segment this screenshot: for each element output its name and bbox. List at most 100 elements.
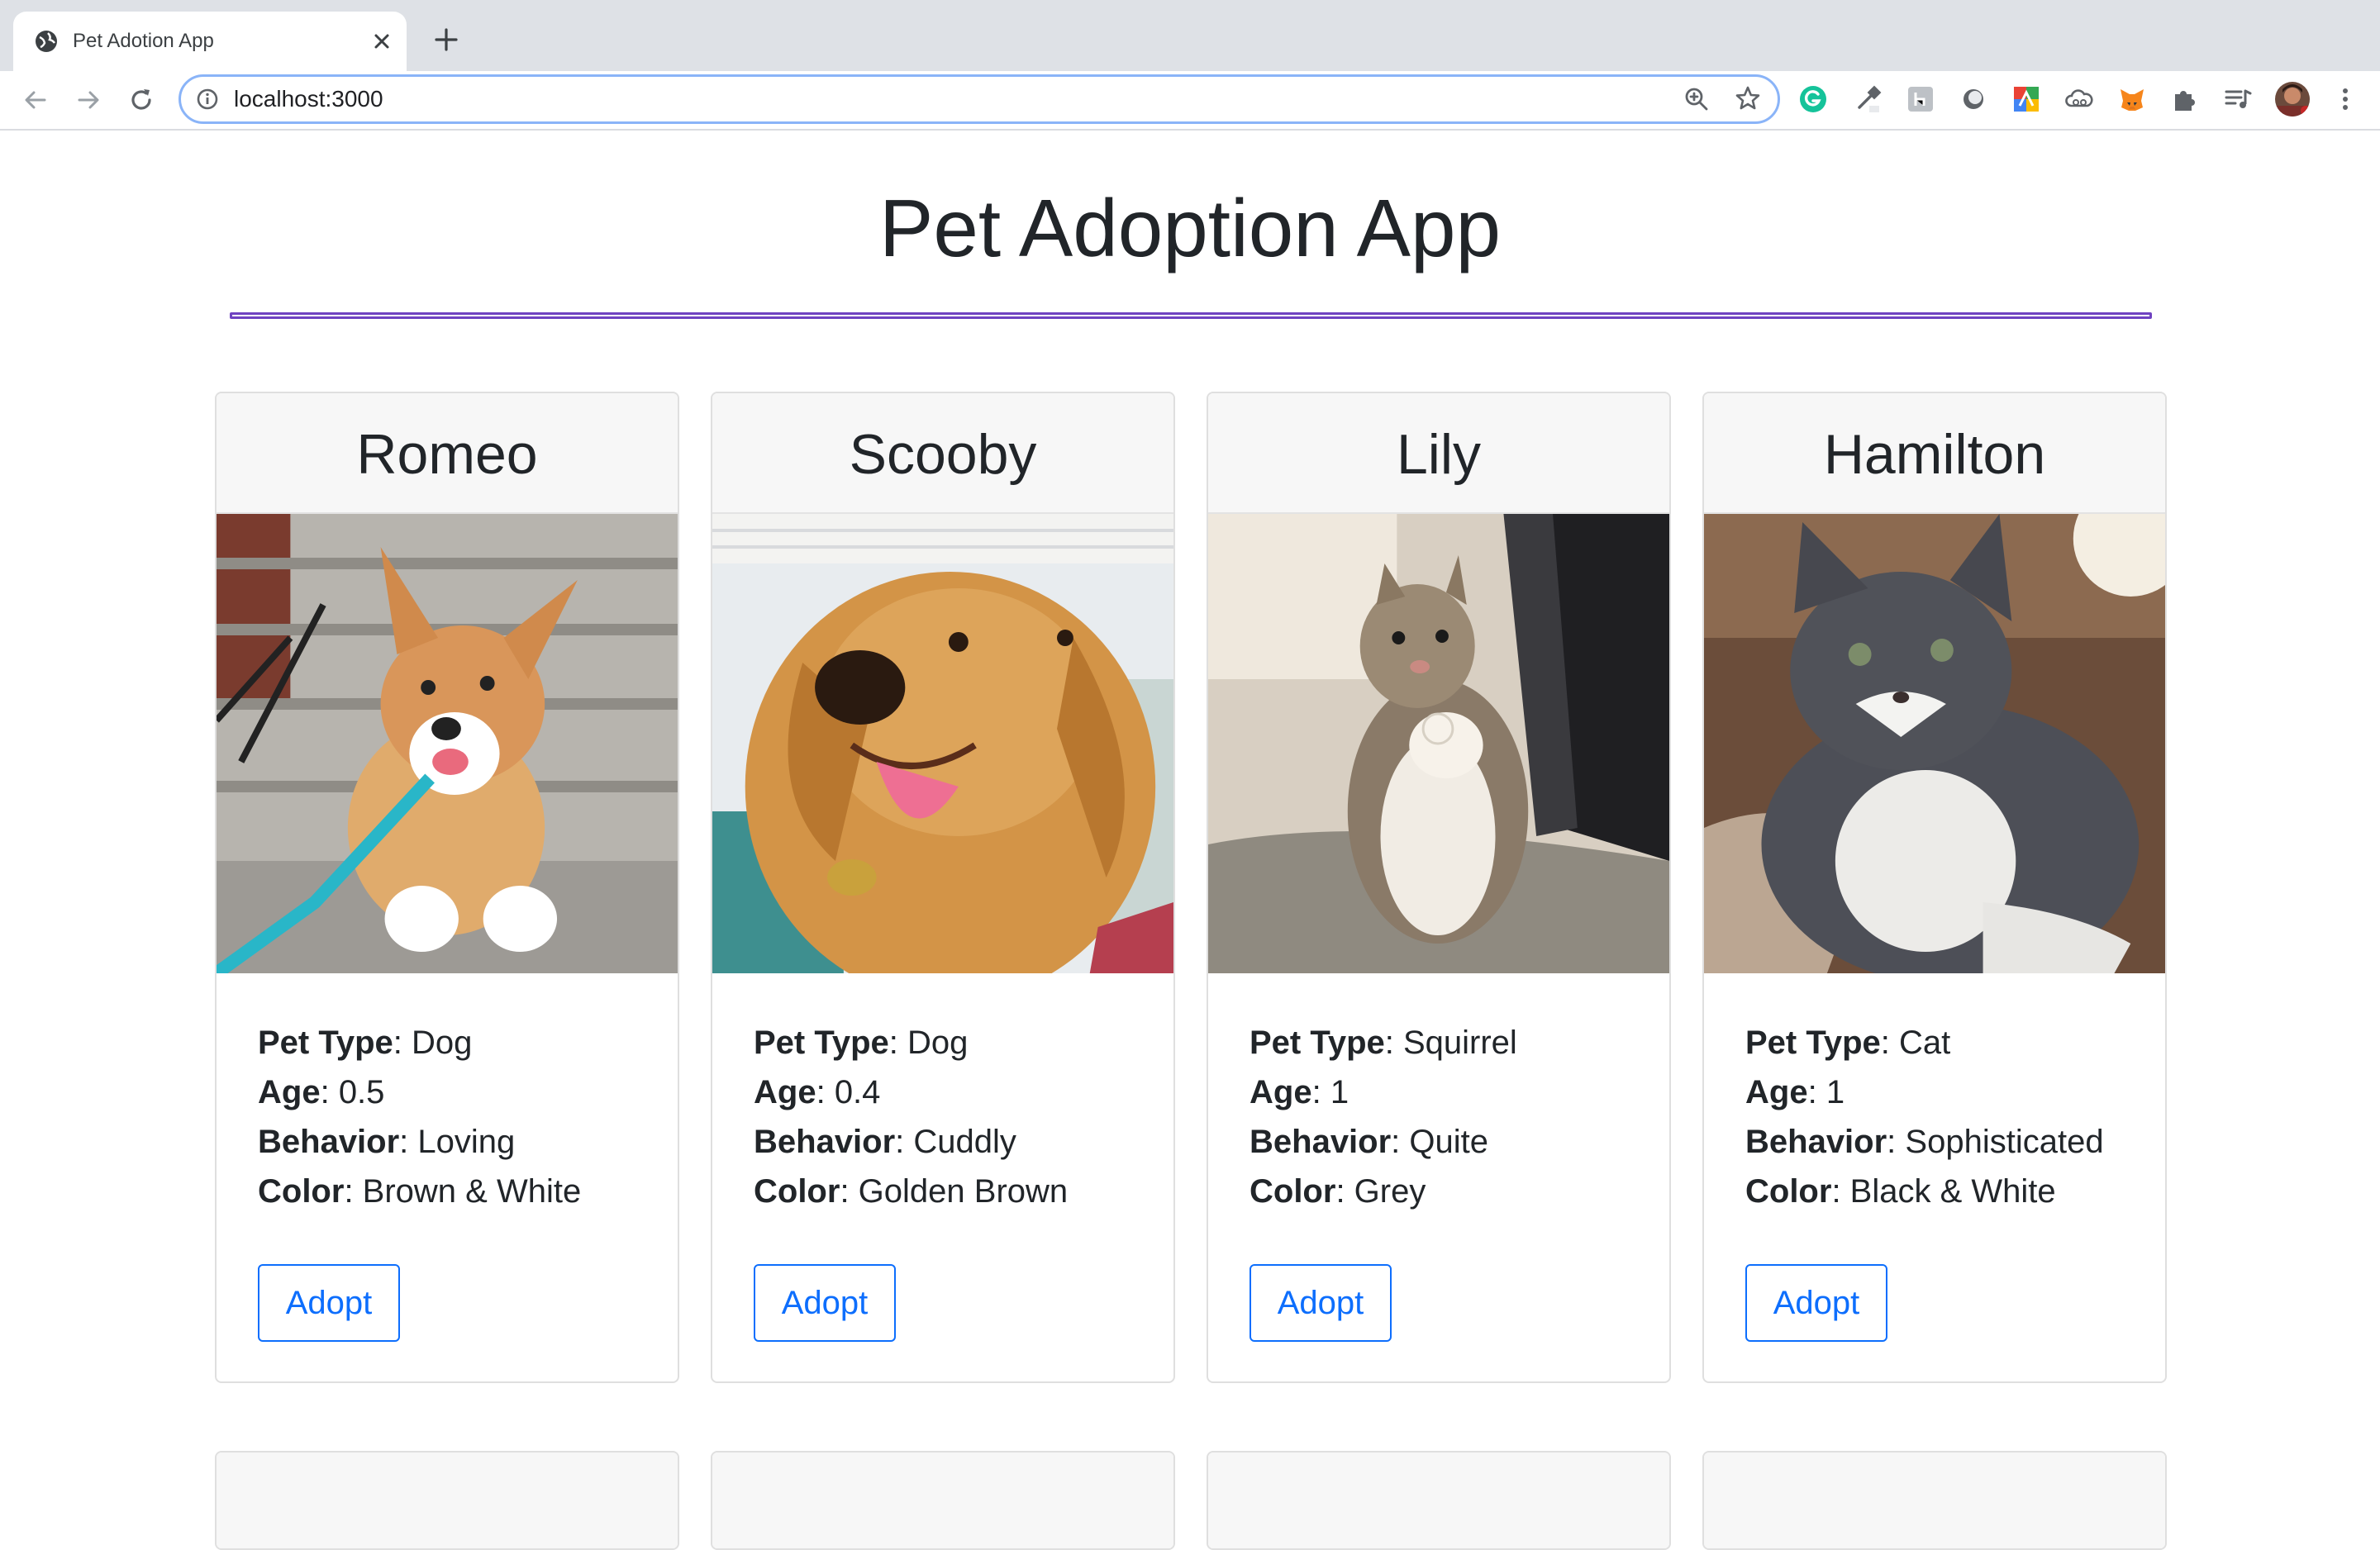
color-row: Color: Grey	[1250, 1173, 1426, 1210]
pet-card: Lily Pet Type: Squirrel Age: 1 Behavior:…	[1207, 392, 1671, 1383]
color-value: Golden Brown	[858, 1173, 1069, 1210]
pet-photo-golden-puppy	[712, 514, 1173, 973]
more-vertical-icon[interactable]	[2330, 84, 2360, 114]
behavior-label: Behavior	[754, 1124, 896, 1160]
pet-details: Pet Type: Dog Age: 0.4 Behavior: Cuddly …	[754, 1018, 1142, 1216]
pet-type-row: Pet Type: Dog	[258, 1025, 473, 1061]
behavior-row: Behavior: Sophisticated	[1745, 1124, 2104, 1160]
browser-toolbar: localhost:3000	[0, 71, 2380, 131]
behavior-row: Behavior: Cuddly	[754, 1124, 1016, 1160]
address-bar[interactable]: localhost:3000	[178, 74, 1780, 124]
color-label: Color	[754, 1173, 840, 1210]
new-tab-plus-icon[interactable]	[433, 26, 459, 53]
forward-arrow-icon[interactable]	[74, 86, 102, 114]
color-row: Color: Brown & White	[258, 1173, 582, 1210]
pet-type-value: Dog	[411, 1025, 473, 1061]
color-label: Color	[1745, 1173, 1832, 1210]
card-header	[712, 1453, 1173, 1548]
color-value: Black & White	[1849, 1173, 2056, 1210]
pet-type-label: Pet Type	[258, 1025, 393, 1061]
card-header: Lily	[1208, 393, 1669, 514]
age-value: 0.5	[338, 1074, 385, 1110]
reload-icon[interactable]	[127, 86, 155, 114]
pet-card: Hamilton Pet Type: Cat Age: 1 Behavior: …	[1702, 392, 2167, 1383]
color-value: Brown & White	[362, 1173, 582, 1210]
puzzle-extensions-icon[interactable]	[2170, 84, 2200, 114]
age-row: Age: 1	[1250, 1074, 1349, 1110]
behavior-label: Behavior	[258, 1124, 400, 1160]
behavior-value: Sophisticated	[1905, 1124, 2104, 1160]
page-title: Pet Adoption App	[879, 183, 1501, 273]
pet-details: Pet Type: Squirrel Age: 1 Behavior: Quit…	[1250, 1018, 1638, 1216]
pet-photo-corgi-puppy	[217, 514, 678, 973]
card-header	[1208, 1453, 1669, 1548]
color-row: Color: Golden Brown	[754, 1173, 1069, 1210]
pet-photo-squirrel	[1208, 514, 1669, 973]
pet-card-next-row	[711, 1451, 1175, 1550]
close-icon[interactable]	[370, 30, 393, 53]
age-value: 1	[1825, 1074, 1845, 1110]
grammarly-extension-icon[interactable]	[1798, 84, 1828, 114]
info-icon[interactable]	[196, 88, 219, 111]
profile-avatar[interactable]	[2274, 81, 2311, 117]
pet-name: Romeo	[356, 423, 538, 486]
age-label: Age	[1250, 1074, 1312, 1110]
pet-name: Hamilton	[1823, 423, 2046, 486]
behavior-label: Behavior	[1250, 1124, 1392, 1160]
age-row: Age: 1	[1745, 1074, 1845, 1110]
age-row: Age: 0.4	[754, 1074, 881, 1110]
adopt-button[interactable]: Adopt	[754, 1264, 896, 1342]
pet-type-row: Pet Type: Cat	[1745, 1025, 1951, 1061]
pet-type-label: Pet Type	[754, 1025, 889, 1061]
pet-card: Scooby Pet Type: Dog Age: 0.4 Behavior: …	[711, 392, 1175, 1383]
color-label: Color	[258, 1173, 345, 1210]
back-arrow-icon[interactable]	[21, 86, 50, 114]
age-value: 0.4	[834, 1074, 881, 1110]
tab-title: Pet Adotion App	[73, 30, 214, 52]
adopt-button[interactable]: Adopt	[1745, 1264, 1887, 1342]
pet-type-row: Pet Type: Squirrel	[1250, 1025, 1517, 1061]
cloud-cog-extension-icon[interactable]	[2064, 84, 2094, 114]
card-header	[217, 1453, 678, 1548]
zoom-icon[interactable]	[1683, 86, 1710, 112]
age-row: Age: 0.5	[258, 1074, 385, 1110]
pet-type-label: Pet Type	[1745, 1025, 1881, 1061]
globe-icon	[36, 31, 57, 52]
age-label: Age	[754, 1074, 816, 1110]
pet-type-value: Dog	[907, 1025, 969, 1061]
color-label: Color	[1250, 1173, 1336, 1210]
behavior-value: Loving	[417, 1124, 516, 1160]
browser-tab[interactable]: Pet Adotion App	[13, 12, 407, 71]
pet-type-value: Cat	[1898, 1025, 1951, 1061]
metamask-fox-icon[interactable]	[2117, 84, 2147, 114]
color-value: Grey	[1354, 1173, 1426, 1210]
title-divider	[230, 312, 2152, 319]
card-header: Romeo	[217, 393, 678, 514]
age-label: Age	[258, 1074, 321, 1110]
eyedropper-extension-icon[interactable]	[1853, 84, 1883, 114]
pet-details: Pet Type: Cat Age: 1 Behavior: Sophistic…	[1745, 1018, 2134, 1216]
card-header: Scooby	[712, 393, 1173, 514]
pet-card-next-row	[1207, 1451, 1671, 1550]
hypothesis-extension-icon[interactable]	[1906, 84, 1935, 114]
card-header	[1704, 1453, 2165, 1548]
colorful-extension-icon[interactable]	[2011, 84, 2041, 114]
behavior-value: Quite	[1409, 1124, 1489, 1160]
pet-photo-cat	[1704, 514, 2165, 973]
media-queue-icon[interactable]	[2223, 84, 2253, 114]
pet-name: Scooby	[849, 423, 1037, 486]
adopt-button[interactable]: Adopt	[1250, 1264, 1392, 1342]
adopt-button[interactable]: Adopt	[258, 1264, 400, 1342]
circle-extension-icon[interactable]	[1959, 84, 1988, 114]
behavior-row: Behavior: Quite	[1250, 1124, 1489, 1160]
age-value: 1	[1330, 1074, 1349, 1110]
color-row: Color: Black & White	[1745, 1173, 2056, 1210]
behavior-label: Behavior	[1745, 1124, 1887, 1160]
pet-type-label: Pet Type	[1250, 1025, 1385, 1061]
pet-card: Romeo Pet Type: Dog Age: 0.5 Behavior: L…	[215, 392, 679, 1383]
pet-card-next-row	[1702, 1451, 2167, 1550]
card-header: Hamilton	[1704, 393, 2165, 514]
bookmark-star-icon[interactable]	[1735, 85, 1761, 112]
behavior-row: Behavior: Loving	[258, 1124, 516, 1160]
pet-name: Lily	[1396, 423, 1482, 486]
